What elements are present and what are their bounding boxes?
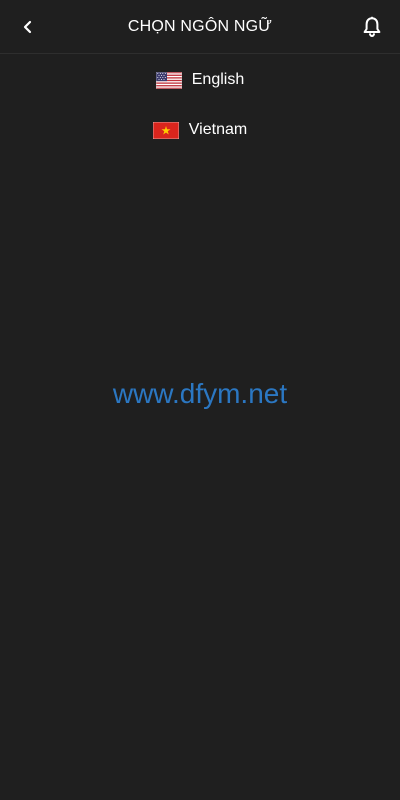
language-select-screen: CHỌN NGÔN NGỮ English Vietnam www.dfym.n… xyxy=(0,0,400,800)
language-label: English xyxy=(191,71,245,88)
us-flag-icon xyxy=(155,71,182,89)
language-list: English Vietnam xyxy=(0,55,400,155)
language-item-english[interactable]: English xyxy=(0,55,400,105)
language-label: Vietnam xyxy=(188,121,248,138)
watermark-text: www.dfym.net xyxy=(112,378,288,409)
header-bar: CHỌN NGÔN NGỮ xyxy=(0,0,400,54)
notification-button[interactable] xyxy=(358,13,386,41)
language-item-vietnam[interactable]: Vietnam xyxy=(0,105,400,155)
page-title: CHỌN NGÔN NGỮ xyxy=(127,18,273,35)
bell-icon xyxy=(363,16,381,38)
vn-flag-icon xyxy=(152,121,179,139)
